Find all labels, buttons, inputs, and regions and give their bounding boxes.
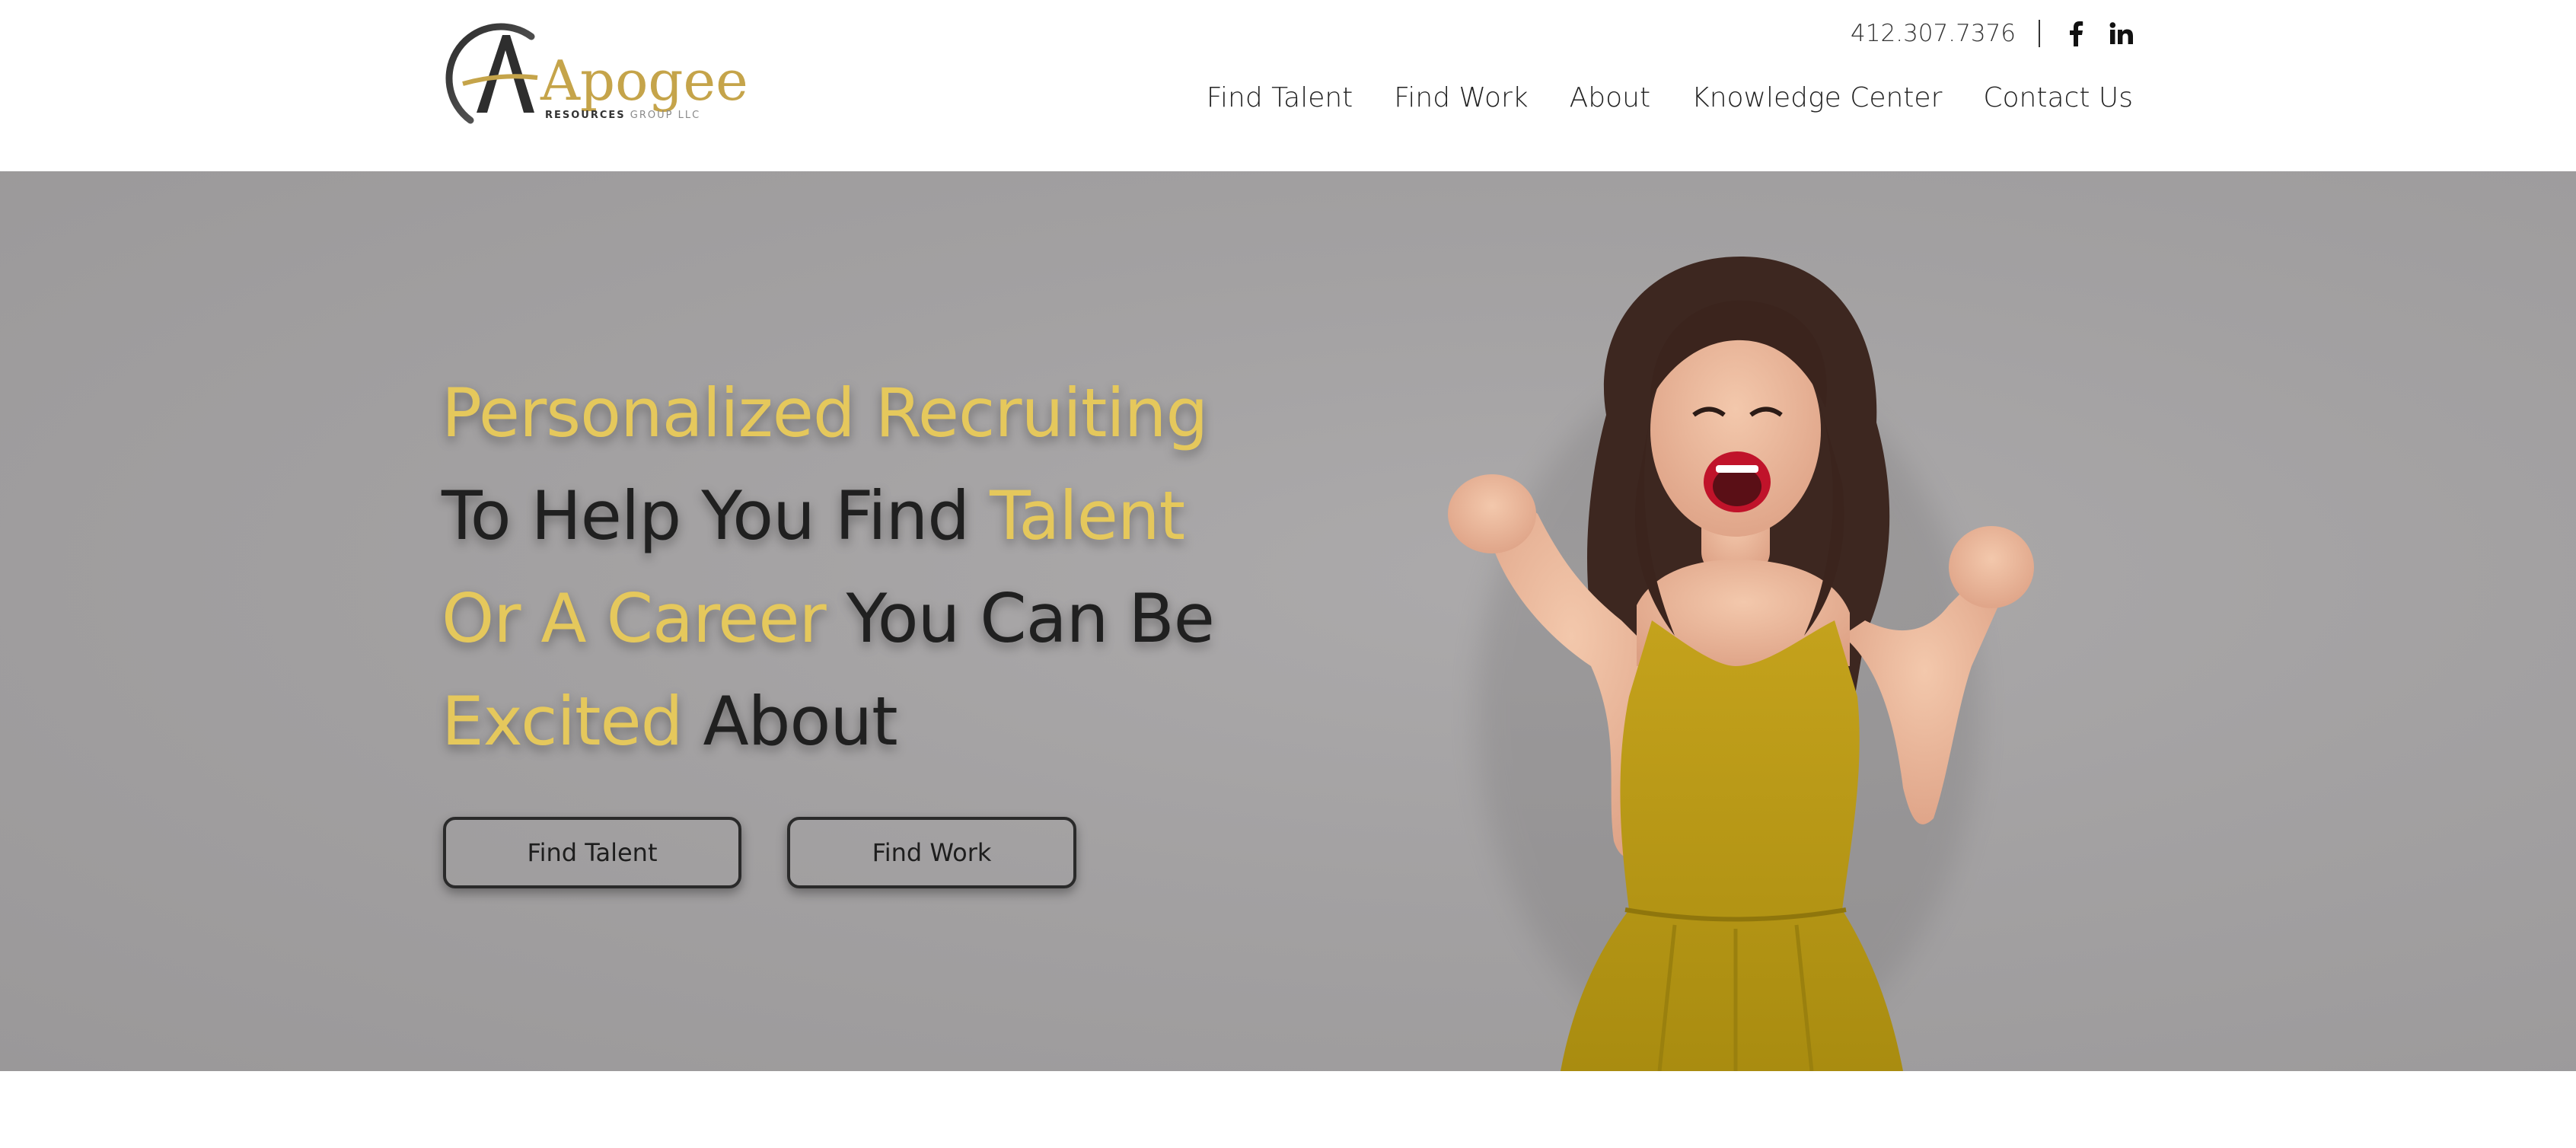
- find-work-button[interactable]: Find Work: [787, 817, 1076, 888]
- site-header: Apogee RESOURCES GROUP LLC 412.307.7376 …: [0, 0, 2576, 171]
- logo-subtitle-light: GROUP LLC: [630, 110, 701, 121]
- headline-line-1: Personalized Recruiting: [442, 362, 1355, 464]
- hero-headline: Personalized Recruiting To Help You Find…: [442, 362, 1355, 773]
- find-talent-button[interactable]: Find Talent: [443, 817, 741, 888]
- hero-banner: Personalized Recruiting To Help You Find…: [0, 171, 2576, 1071]
- phone-number[interactable]: 412.307.7376: [1851, 20, 2016, 47]
- headline-highlight: Personalized Recruiting: [442, 374, 1208, 452]
- headline-line-4: Excited About: [442, 670, 1355, 773]
- headline-highlight: Talent: [990, 477, 1185, 555]
- contact-row: 412.307.7376: [1851, 17, 2134, 50]
- facebook-icon[interactable]: [2063, 21, 2089, 46]
- headline-line-2: To Help You Find Talent: [442, 464, 1355, 567]
- headline-text: You Can Be: [825, 579, 1215, 658]
- excited-woman-image: [1448, 256, 2034, 1071]
- apogee-logo[interactable]: Apogee RESOURCES GROUP LLC: [440, 14, 748, 128]
- logo-subtitle: RESOURCES GROUP LLC: [545, 110, 700, 121]
- headline-text: About: [682, 682, 897, 761]
- headline-highlight: Excited: [442, 682, 683, 761]
- page-bottom: [0, 1071, 2576, 1148]
- headline-text: To Help You Find: [442, 477, 990, 555]
- logo-wordmark: Apogee: [540, 49, 748, 113]
- nav-knowledge-center[interactable]: Knowledge Center: [1691, 82, 1942, 113]
- linkedin-icon[interactable]: [2109, 21, 2134, 46]
- nav-find-work[interactable]: Find Work: [1394, 82, 1528, 113]
- nav-find-talent[interactable]: Find Talent: [1207, 82, 1353, 113]
- logo-mark-icon: [445, 23, 538, 124]
- divider: [2039, 20, 2040, 47]
- nav-contact-us[interactable]: Contact Us: [1983, 82, 2133, 113]
- logo-subtitle-bold: RESOURCES: [545, 110, 626, 121]
- main-nav: Find Talent Find Work About Knowledge Ce…: [1207, 82, 2133, 113]
- headline-highlight: Or A Career: [442, 579, 827, 658]
- headline-line-3: Or A Career You Can Be: [442, 567, 1355, 670]
- nav-about[interactable]: About: [1570, 82, 1650, 113]
